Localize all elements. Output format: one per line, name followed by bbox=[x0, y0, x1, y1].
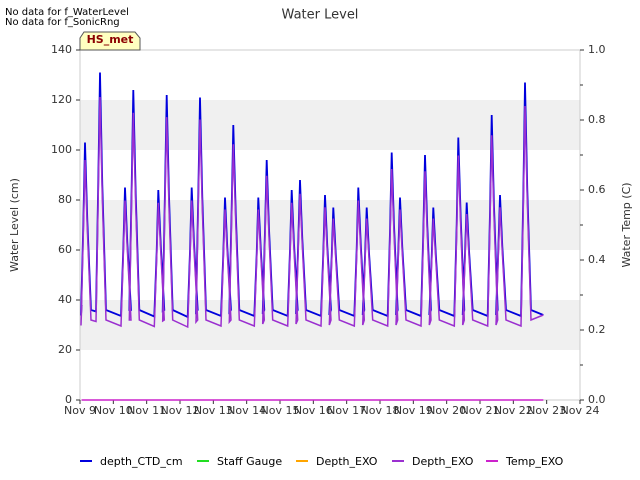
x-tick-label: Nov 24 bbox=[561, 404, 600, 417]
y-tick-label: 20 bbox=[58, 343, 72, 356]
y-tick-label: 80 bbox=[58, 193, 72, 206]
y-axis-right: 0.00.20.40.60.81.0 bbox=[580, 43, 606, 406]
y2-tick-label: 0.2 bbox=[588, 323, 606, 336]
y-axis-label: Water Level (cm) bbox=[8, 178, 21, 272]
y-tick-label: 100 bbox=[51, 143, 72, 156]
legend-label: Depth_EXO bbox=[412, 455, 474, 468]
grid-band bbox=[80, 200, 580, 250]
y2-tick-label: 0.6 bbox=[588, 183, 606, 196]
y2-tick-label: 0.8 bbox=[588, 113, 606, 126]
y2-tick-label: 0.4 bbox=[588, 253, 606, 266]
x-axis: Nov 9Nov 10Nov 11Nov 12Nov 13Nov 14Nov 1… bbox=[64, 400, 599, 417]
y-tick-label: 120 bbox=[51, 93, 72, 106]
y2-axis-label: Water Temp (C) bbox=[620, 182, 633, 267]
y-tick-label: 60 bbox=[58, 243, 72, 256]
hs-met-badge[interactable]: HS_met bbox=[79, 31, 141, 51]
x-tick-label: Nov 9 bbox=[64, 404, 96, 417]
legend-label: Staff Gauge bbox=[217, 455, 282, 468]
y2-tick-label: 1.0 bbox=[588, 43, 606, 56]
legend-label: Temp_EXO bbox=[505, 455, 564, 468]
y-axis-left: 020406080100120140 bbox=[51, 43, 80, 406]
y-tick-label: 140 bbox=[51, 43, 72, 56]
legend-label: depth_CTD_cm bbox=[100, 455, 183, 468]
y-tick-label: 40 bbox=[58, 293, 72, 306]
chart-canvas: Water Level HS_met 020406080100120140 0.… bbox=[8, 8, 633, 469]
legend-label: Depth_EXO bbox=[316, 455, 378, 468]
badge-label: HS_met bbox=[87, 33, 134, 46]
grid-band bbox=[80, 100, 580, 150]
legend: depth_CTD_cm Staff Gauge Depth_EXO Depth_EX… bbox=[80, 455, 564, 468]
chart-title: Water Level bbox=[282, 8, 359, 23]
